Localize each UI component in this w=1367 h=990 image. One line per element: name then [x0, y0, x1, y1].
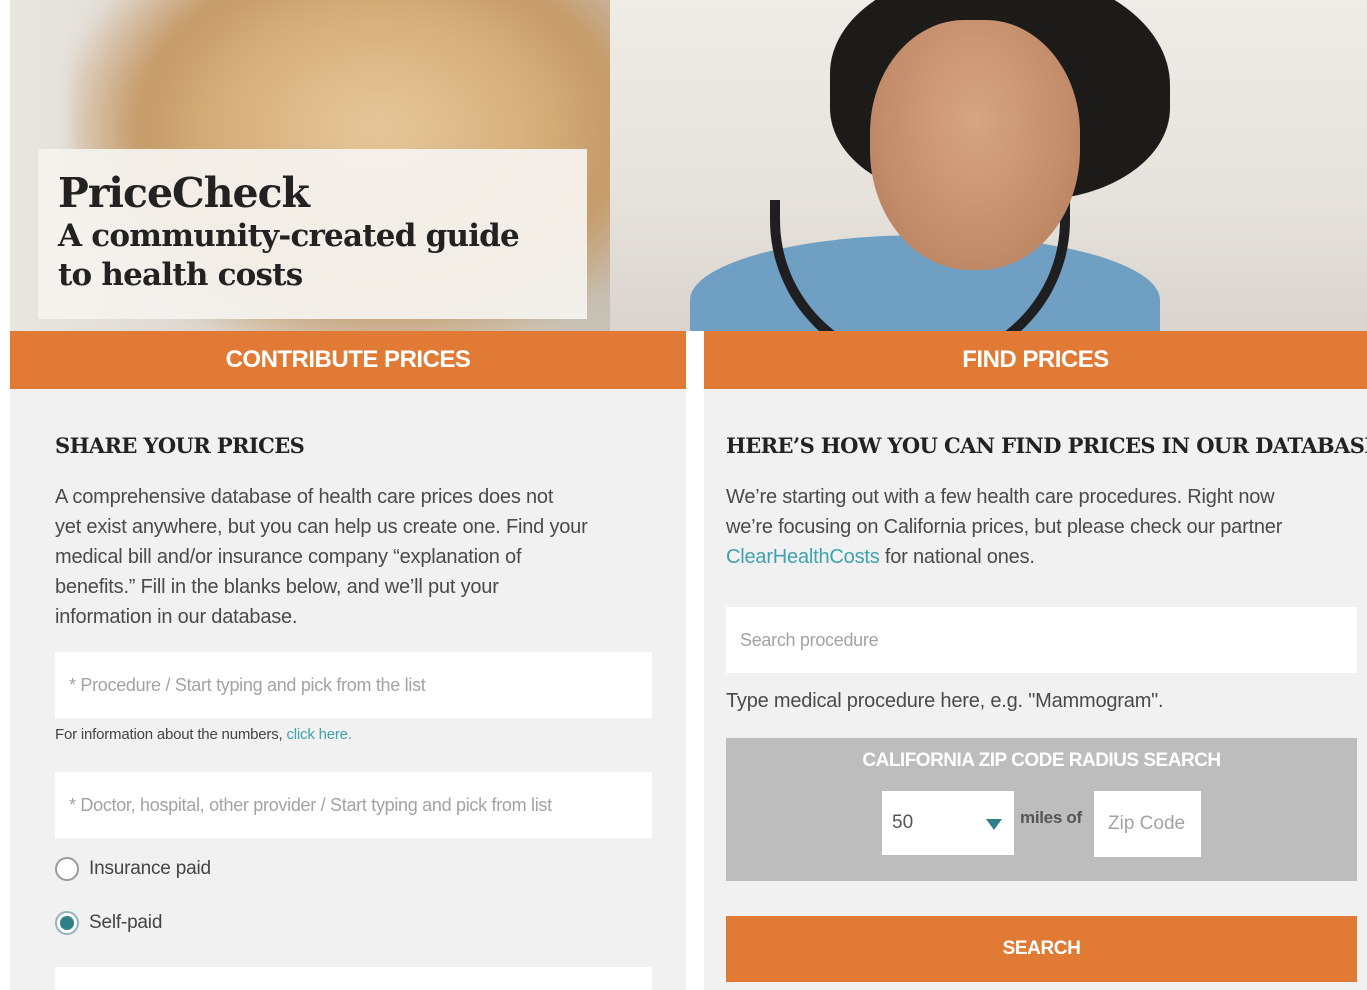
self-paid-option[interactable]: Self-paid	[55, 911, 162, 935]
find-intro-rest: for national ones.	[879, 546, 1035, 568]
intro-line: medical bill and/or insurance company “e…	[55, 546, 522, 568]
zip-code-input[interactable]: Zip Code	[1094, 791, 1201, 857]
tab-contribute-prices[interactable]: CONTRIBUTE PRICES	[10, 331, 686, 389]
intro-line: yet exist anywhere, but you can help us …	[55, 516, 588, 538]
intro-line: benefits.” Fill in the blanks below, and…	[55, 576, 499, 598]
site-title: PriceCheck	[58, 169, 310, 217]
site-subtitle-line2: to health costs	[58, 257, 303, 293]
zip-radius-search-box: CALIFORNIA ZIP CODE RADIUS SEARCH 50 mil…	[726, 738, 1357, 881]
intro-line: information in our database.	[55, 606, 298, 628]
hero-photo-doctor-face	[870, 20, 1080, 270]
insurance-paid-label: Insurance paid	[89, 858, 211, 879]
radius-value: 50	[892, 812, 914, 833]
find-prices-heading: HERE’S HOW YOU CAN FIND PRICES IN OUR DA…	[726, 433, 1367, 458]
hero-caption-box: PriceCheck A community-created guide to …	[38, 149, 587, 319]
search-procedure-input[interactable]: Search procedure	[726, 607, 1357, 673]
find-intro-line: We’re starting out with a few health car…	[726, 486, 1275, 508]
numbers-info-link[interactable]: click here.	[286, 726, 352, 743]
insurance-paid-option[interactable]: Insurance paid	[55, 857, 211, 881]
self-paid-label: Self-paid	[89, 912, 163, 933]
find-prices-intro: We’re starting out with a few health car…	[726, 482, 1366, 572]
find-panel: HERE’S HOW YOU CAN FIND PRICES IN OUR DA…	[704, 389, 1367, 990]
procedure-input[interactable]: * Procedure / Start typing and pick from…	[55, 652, 652, 718]
share-prices-intro: A comprehensive database of health care …	[55, 482, 675, 632]
next-input-field[interactable]	[55, 967, 652, 990]
tab-find-prices[interactable]: FIND PRICES	[704, 331, 1367, 389]
chevron-down-icon[interactable]	[986, 819, 1002, 830]
contribute-panel: SHARE YOUR PRICES A comprehensive databa…	[10, 389, 686, 990]
clearhealthcosts-link[interactable]: ClearHealthCosts	[726, 546, 880, 568]
provider-input[interactable]: * Doctor, hospital, other provider / Sta…	[55, 772, 652, 838]
site-subtitle-line1: A community-created guide	[58, 218, 520, 254]
self-paid-radio[interactable]	[55, 911, 79, 935]
intro-line: A comprehensive database of health care …	[55, 486, 554, 508]
radius-select[interactable]: 50	[882, 791, 1014, 855]
numbers-info-label: For information about the numbers,	[55, 726, 283, 743]
share-prices-heading: SHARE YOUR PRICES	[55, 433, 305, 458]
find-intro-line: ClearHealthCosts for national ones.	[726, 542, 1366, 572]
numbers-info-text: For information about the numbers, click…	[55, 726, 352, 743]
hero-banner: PriceCheck A community-created guide to …	[10, 0, 1367, 331]
search-button[interactable]: SEARCH	[726, 916, 1357, 982]
miles-of-label: miles of	[1020, 808, 1082, 827]
find-intro-line: we’re focusing on California prices, but…	[726, 516, 1283, 538]
insurance-paid-radio[interactable]	[55, 857, 79, 881]
zip-radius-title: CALIFORNIA ZIP CODE RADIUS SEARCH	[862, 750, 1221, 771]
search-hint-text: Type medical procedure here, e.g. "Mammo…	[726, 690, 1164, 712]
